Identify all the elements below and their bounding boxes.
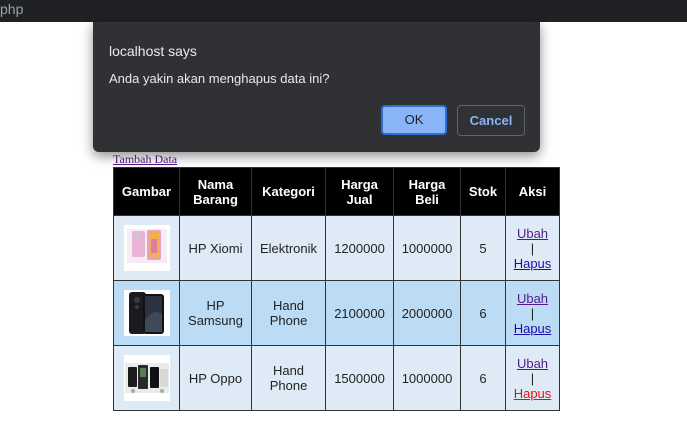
phone-pink-image [123, 225, 170, 271]
phone-black-image [123, 290, 170, 336]
url-text: php [0, 1, 24, 17]
product-image-cell [113, 345, 180, 411]
hapus-link[interactable]: Hapus [514, 386, 552, 401]
ubah-link[interactable]: Ubah [517, 226, 548, 241]
kategori-cell: Hand Phone [251, 280, 326, 346]
harga-jual-cell: 1200000 [325, 215, 394, 281]
stok-cell: 5 [460, 215, 506, 281]
aksi-cell: Ubah | Hapus [505, 280, 560, 346]
confirm-dialog: localhost says Anda yakin akan menghapus… [93, 22, 540, 152]
product-image-cell [113, 215, 180, 281]
browser-address-bar[interactable]: php [0, 0, 687, 22]
harga-jual-cell: 1500000 [325, 345, 394, 411]
dialog-message: Anda yakin akan menghapus data ini? [109, 71, 330, 86]
action-separator: | [530, 370, 535, 386]
table-row: HP Oppo Hand Phone 1500000 1000000 6 Ubah… [113, 345, 560, 411]
header-gambar: Gambar [113, 167, 180, 216]
action-separator: | [530, 305, 535, 321]
action-separator: | [530, 240, 535, 256]
table-header-row: Gambar Nama Barang Kategori Harga Jual Har… [113, 167, 560, 216]
dialog-title: localhost says [109, 43, 197, 59]
product-table: Gambar Nama Barang Kategori Harga Jual Har… [113, 167, 560, 411]
ubah-link[interactable]: Ubah [517, 356, 548, 371]
ubah-link[interactable]: Ubah [517, 291, 548, 306]
nama-barang-cell: HP Xiomi [179, 215, 252, 281]
product-image-cell [113, 280, 180, 346]
harga-jual-cell: 2100000 [325, 280, 394, 346]
stok-cell: 6 [460, 345, 506, 411]
header-harga-jual: Harga Jual [325, 167, 394, 216]
cancel-button[interactable]: Cancel [457, 105, 525, 136]
aksi-cell: Ubah | Hapus [505, 345, 560, 411]
header-nama-barang: Nama Barang [179, 167, 252, 216]
harga-beli-cell: 2000000 [393, 280, 461, 346]
header-harga-beli: Harga Beli [393, 167, 461, 216]
stok-cell: 6 [460, 280, 506, 346]
harga-beli-cell: 1000000 [393, 215, 461, 281]
header-aksi: Aksi [505, 167, 560, 216]
hapus-link[interactable]: Hapus [514, 321, 552, 336]
table-row: HP Samsung Hand Phone 2100000 2000000 6 Ub… [113, 280, 560, 346]
ok-button[interactable]: OK [381, 105, 447, 135]
hapus-link[interactable]: Hapus [514, 256, 552, 271]
harga-beli-cell: 1000000 [393, 345, 461, 411]
nama-barang-cell: HP Samsung [179, 280, 252, 346]
phone-set-image [123, 355, 170, 401]
kategori-cell: Hand Phone [251, 345, 326, 411]
header-kategori: Kategori [251, 167, 326, 216]
header-stok: Stok [460, 167, 506, 216]
add-data-link[interactable]: Tambah Data [113, 152, 177, 167]
kategori-cell: Elektronik [251, 215, 326, 281]
aksi-cell: Ubah | Hapus [505, 215, 560, 281]
table-row: HP Xiomi Elektronik 1200000 1000000 5 Ub… [113, 215, 560, 281]
nama-barang-cell: HP Oppo [179, 345, 252, 411]
